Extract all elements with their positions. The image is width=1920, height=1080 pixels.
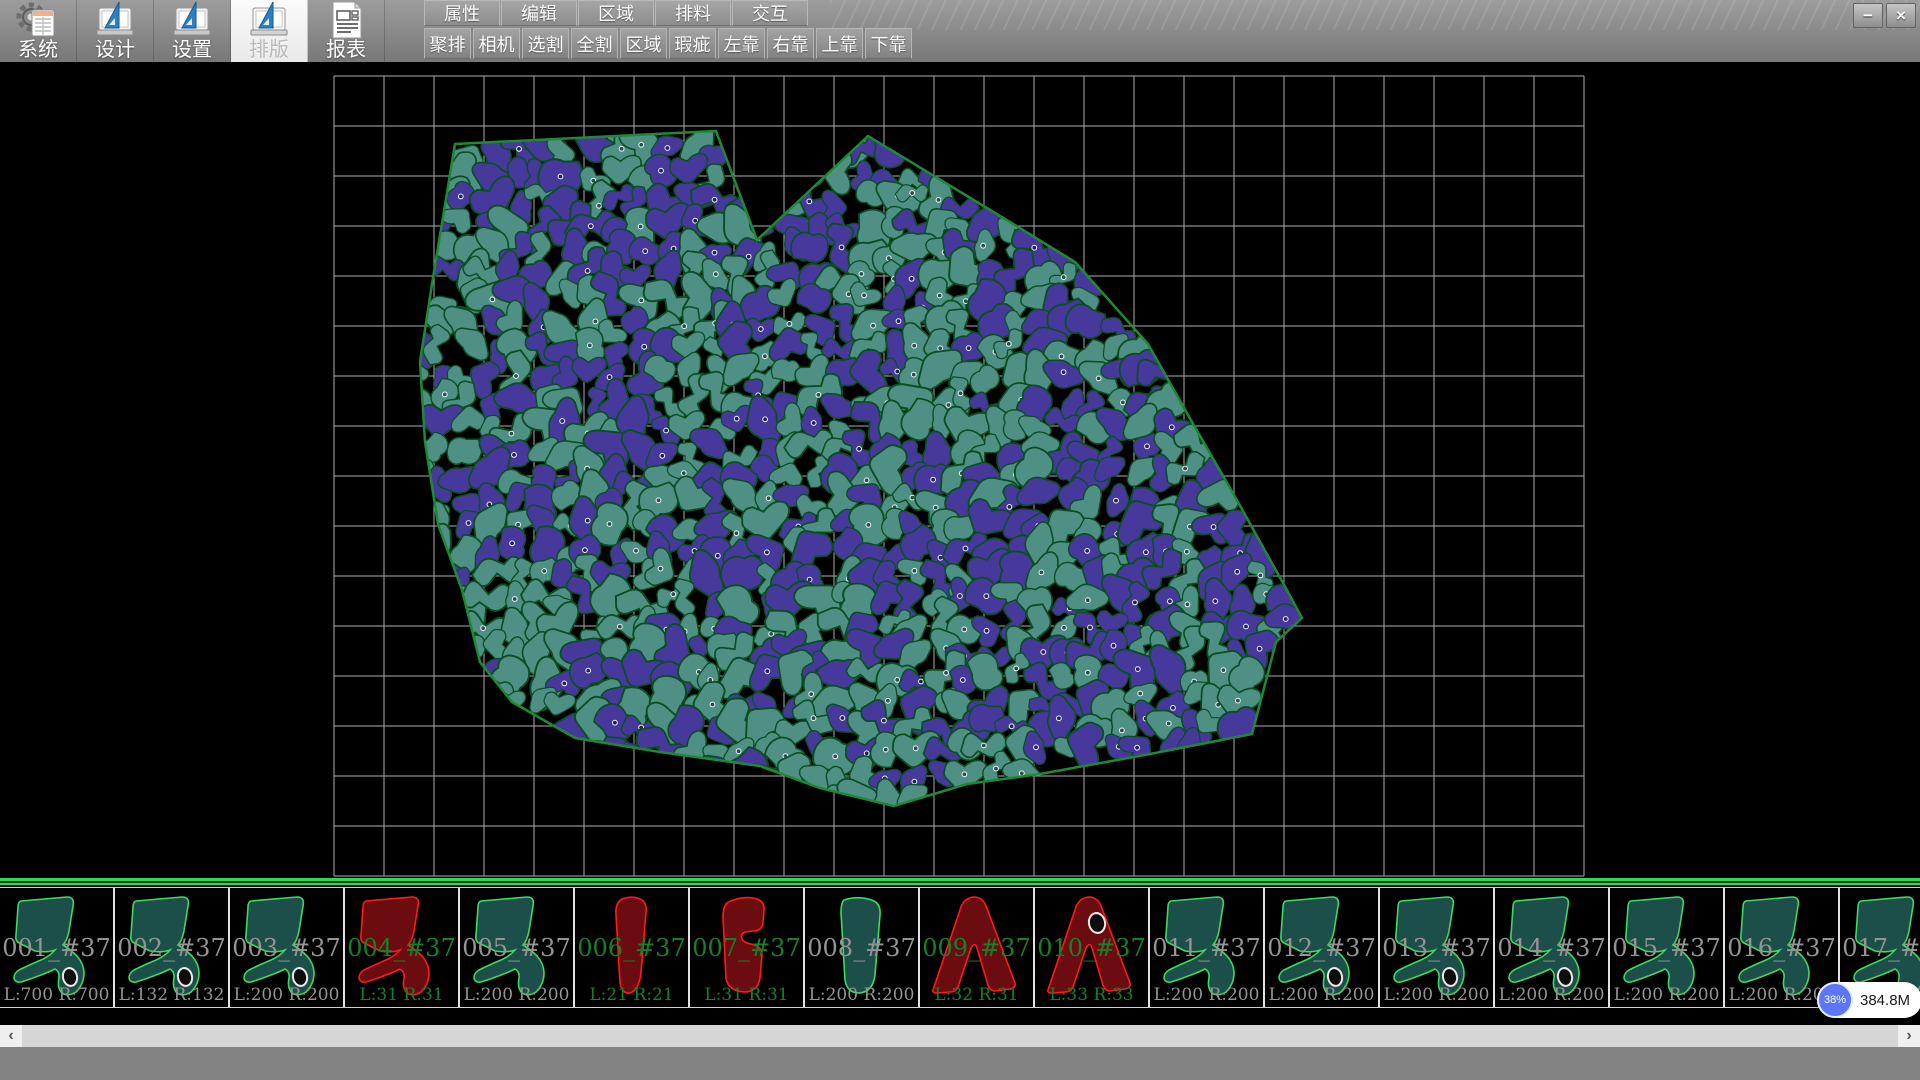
nesting-ruler-icon bbox=[246, 1, 292, 39]
part-id-label: 007_#37 bbox=[690, 934, 803, 962]
tool-snap-right[interactable]: 右靠 bbox=[767, 28, 814, 59]
part-id-label: 013_#37 bbox=[1380, 934, 1493, 962]
part-id-label: 002_#37 bbox=[115, 934, 228, 962]
menu-edit[interactable]: 编辑 bbox=[501, 0, 577, 26]
menu-interactive[interactable]: 交互 bbox=[732, 0, 808, 26]
strip-top-border bbox=[0, 878, 1920, 887]
part-thumbnail[interactable]: 013_#37 L:200 R:200 bbox=[1380, 888, 1495, 1007]
part-lr-count: L:200 R:200 bbox=[805, 985, 918, 1005]
part-thumbnail[interactable]: 015_#37 L:200 R:200 bbox=[1610, 888, 1725, 1007]
close-button[interactable]: × bbox=[1886, 3, 1916, 28]
menu-properties[interactable]: 属性 bbox=[424, 0, 500, 26]
part-lr-count: L:200 R:200 bbox=[1265, 985, 1378, 1005]
window-controls: − × bbox=[1853, 3, 1916, 28]
part-thumbnail[interactable]: 001_#37 L:700 R:700 bbox=[0, 888, 115, 1007]
tab-system[interactable]: 系统 bbox=[0, 0, 77, 62]
part-thumbnail[interactable]: 007_#37 L:31 R:31 bbox=[690, 888, 805, 1007]
part-lr-count: L:200 R:200 bbox=[460, 985, 573, 1005]
scroll-right-icon[interactable]: › bbox=[1898, 1025, 1920, 1047]
minimize-button[interactable]: − bbox=[1853, 3, 1883, 28]
tab-design-label: 设计 bbox=[95, 40, 135, 60]
tab-nesting-label: 排版 bbox=[249, 40, 289, 60]
horizontal-scrollbar[interactable]: ‹ › bbox=[0, 1025, 1920, 1047]
part-thumbnail[interactable]: 003_#37 L:200 R:200 bbox=[230, 888, 345, 1007]
tool-camera[interactable]: 相机 bbox=[473, 28, 520, 59]
part-lr-count: L:200 R:200 bbox=[1150, 985, 1263, 1005]
progress-badge[interactable]: 38% 384.8M bbox=[1817, 982, 1920, 1018]
nesting-canvas[interactable] bbox=[0, 62, 1920, 878]
part-id-label: 011_#37 bbox=[1150, 934, 1263, 962]
part-lr-count: L:700 R:700 bbox=[0, 985, 113, 1005]
design-ruler-icon bbox=[92, 1, 138, 39]
part-id-label: 009_#37 bbox=[920, 934, 1033, 962]
tool-region[interactable]: 区域 bbox=[620, 28, 667, 59]
part-lr-count: L:132 R:132 bbox=[115, 985, 228, 1005]
part-thumbnail[interactable]: 006_#37 L:21 R:21 bbox=[575, 888, 690, 1007]
tab-design[interactable]: 设计 bbox=[77, 0, 154, 62]
part-id-label: 006_#37 bbox=[575, 934, 688, 962]
part-id-label: 015_#37 bbox=[1610, 934, 1723, 962]
part-thumbnail[interactable]: 004_#37 L:31 R:31 bbox=[345, 888, 460, 1007]
part-id-label: 001_#37 bbox=[0, 934, 113, 962]
tab-settings[interactable]: 设置 bbox=[154, 0, 231, 62]
part-id-label: 003_#37 bbox=[230, 934, 343, 962]
part-lr-count: L:200 R:200 bbox=[1610, 985, 1723, 1005]
part-thumbnail[interactable]: 014_#37 L:200 R:200 bbox=[1495, 888, 1610, 1007]
gear-icon bbox=[15, 1, 61, 39]
part-lr-count: L:33 R:33 bbox=[1035, 985, 1148, 1005]
status-footer bbox=[0, 1047, 1920, 1080]
part-id-label: 016_#37 bbox=[1725, 934, 1838, 962]
part-thumbnail[interactable]: 009_#37 L:32 R:31 bbox=[920, 888, 1035, 1007]
part-thumbnail[interactable]: 008_#37 L:200 R:200 bbox=[805, 888, 920, 1007]
part-thumbnail[interactable]: 002_#37 L:132 R:132 bbox=[115, 888, 230, 1007]
part-lr-count: L:200 R:200 bbox=[230, 985, 343, 1005]
tool-snap-bottom[interactable]: 下靠 bbox=[865, 28, 912, 59]
part-lr-count: L:32 R:31 bbox=[920, 985, 1033, 1005]
tab-system-label: 系统 bbox=[18, 40, 58, 60]
part-id-label: 004_#37 bbox=[345, 934, 458, 962]
hide-layout-drawing bbox=[0, 62, 1920, 878]
part-lr-count: L:31 R:31 bbox=[690, 985, 803, 1005]
part-thumbnail[interactable]: 005_#37 L:200 R:200 bbox=[460, 888, 575, 1007]
part-id-label: 017_#37 bbox=[1840, 934, 1920, 962]
tool-snap-left[interactable]: 左靠 bbox=[718, 28, 765, 59]
settings-ruler-icon bbox=[169, 1, 215, 39]
tool-bar: 聚排 相机 选割 全割 区域 瑕疵 左靠 右靠 上靠 下靠 bbox=[424, 28, 914, 59]
menu-area: 属性 编辑 区域 排料 交互 聚排 相机 选割 全割 区域 瑕疵 左靠 右靠 上… bbox=[424, 0, 914, 59]
app-mode-buttons: 系统 设计 设置 bbox=[0, 0, 385, 62]
memory-value: 384.8M bbox=[1860, 992, 1910, 1009]
tool-defect[interactable]: 瑕疵 bbox=[669, 28, 716, 59]
part-lr-count: L:21 R:21 bbox=[575, 985, 688, 1005]
report-document-icon bbox=[323, 1, 369, 39]
tab-nesting[interactable]: 排版 bbox=[231, 0, 308, 62]
part-id-label: 010_#37 bbox=[1035, 934, 1148, 962]
menu-nesting[interactable]: 排料 bbox=[655, 0, 731, 26]
scroll-track[interactable] bbox=[22, 1025, 1898, 1047]
top-toolbar: 系统 设计 设置 bbox=[0, 0, 1920, 62]
part-lr-count: L:200 R:200 bbox=[1495, 985, 1608, 1005]
titlebar-texture bbox=[830, 0, 1920, 30]
menu-bar: 属性 编辑 区域 排料 交互 bbox=[424, 0, 914, 26]
tool-cluster-nest[interactable]: 聚排 bbox=[424, 28, 471, 59]
tool-cut-all[interactable]: 全割 bbox=[571, 28, 618, 59]
part-id-label: 012_#37 bbox=[1265, 934, 1378, 962]
progress-percent: 38% bbox=[1817, 982, 1853, 1018]
tab-settings-label: 设置 bbox=[172, 40, 212, 60]
part-id-label: 008_#37 bbox=[805, 934, 918, 962]
part-id-label: 005_#37 bbox=[460, 934, 573, 962]
scroll-left-icon[interactable]: ‹ bbox=[0, 1025, 22, 1047]
tab-report[interactable]: 报表 bbox=[308, 0, 385, 62]
part-thumbnail[interactable]: 010_#37 L:33 R:33 bbox=[1035, 888, 1150, 1007]
menu-region[interactable]: 区域 bbox=[578, 0, 654, 26]
part-lr-count: L:31 R:31 bbox=[345, 985, 458, 1005]
part-thumbnail[interactable]: 011_#37 L:200 R:200 bbox=[1150, 888, 1265, 1007]
tab-report-label: 报表 bbox=[326, 40, 366, 60]
part-thumbnail-strip: 001_#37L:700 R:700002_#37L:132 R:132003_… bbox=[0, 887, 1920, 1008]
part-thumbnail[interactable]: 012_#37 L:200 R:200 bbox=[1265, 888, 1380, 1007]
tool-select-cut[interactable]: 选割 bbox=[522, 28, 569, 59]
tool-snap-top[interactable]: 上靠 bbox=[816, 28, 863, 59]
part-id-label: 014_#37 bbox=[1495, 934, 1608, 962]
part-lr-count: L:200 R:200 bbox=[1380, 985, 1493, 1005]
